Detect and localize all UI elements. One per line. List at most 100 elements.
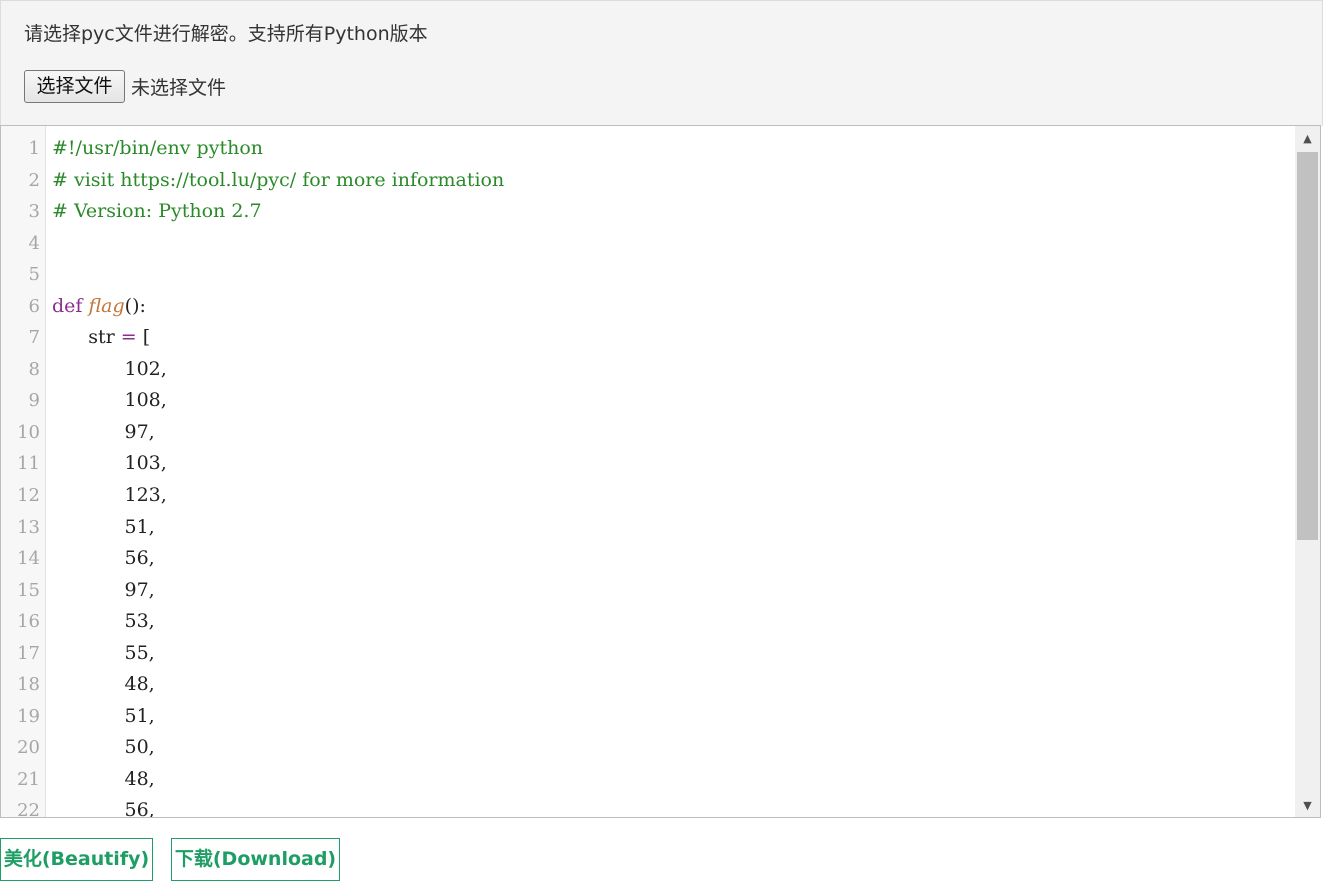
line-number: 16 (17, 611, 40, 633)
code-token: 123, (52, 484, 167, 507)
code-line: 15 97, (1, 575, 1294, 607)
code-token: 53, (52, 610, 155, 633)
code-line: 17 55, (1, 638, 1294, 670)
code-text: 56, (52, 543, 155, 575)
code-text: str = [ (52, 322, 150, 354)
code-line: 22 56, (1, 795, 1294, 818)
upload-panel: 请选择pyc文件进行解密。支持所有Python版本 选择文件 未选择文件 (0, 0, 1323, 126)
code-text: 108, (52, 385, 167, 417)
code-token: 55, (52, 641, 155, 664)
code-token: 48, (52, 673, 155, 696)
code-token: def (52, 294, 83, 317)
line-number: 14 (17, 548, 40, 570)
code-token: # visit https://tool.lu/pyc/ for more in… (52, 168, 505, 191)
code-lines: 1 #!/usr/bin/env python 2 # visit https://t… (1, 133, 1294, 818)
code-line: 3 # Version: Python 2.7 (1, 196, 1294, 228)
vertical-scrollbar[interactable]: ▲ ▼ (1295, 126, 1320, 817)
code-token: 102, (52, 357, 167, 380)
beautify-button[interactable]: 美化(Beautify) (0, 838, 153, 881)
line-number: 4 (28, 232, 40, 254)
scroll-thumb[interactable] (1297, 152, 1318, 540)
code-token: #!/usr/bin/env python (52, 137, 264, 159)
code-line: 13 51, (1, 512, 1294, 544)
code-token: 51, (52, 515, 155, 538)
code-line: 21 48, (1, 764, 1294, 796)
code-line: 16 53, (1, 606, 1294, 638)
code-token: 103, (52, 452, 167, 475)
download-button[interactable]: 下载(Download) (171, 838, 340, 881)
code-token: flag (88, 294, 125, 317)
code-token: 51, (52, 704, 155, 727)
line-number: 17 (17, 642, 40, 664)
code-line: 6 def flag(): (1, 291, 1294, 323)
line-number: 8 (28, 358, 40, 380)
line-number: 15 (17, 579, 40, 601)
line-number: 20 (17, 737, 40, 759)
code-line: 2 # visit https://tool.lu/pyc/ for more i… (1, 165, 1294, 197)
code-text: # Version: Python 2.7 (52, 196, 262, 228)
line-number: 12 (17, 485, 40, 507)
code-line: 19 51, (1, 701, 1294, 733)
line-number: 21 (17, 768, 40, 790)
line-number: 19 (17, 705, 40, 727)
code-token: 108, (52, 389, 167, 412)
code-text: #!/usr/bin/env python (52, 133, 263, 165)
code-token: [ (136, 326, 151, 349)
scroll-up-arrow-icon[interactable]: ▲ (1295, 126, 1320, 150)
code-text: 55, (52, 638, 155, 670)
code-text: 102, (52, 354, 167, 386)
line-number: 10 (17, 421, 40, 443)
code-token: 48, (52, 767, 155, 790)
code-line: 10 97, (1, 417, 1294, 449)
code-line: 9 108, (1, 385, 1294, 417)
code-text: 51, (52, 512, 155, 544)
code-token: 56, (52, 799, 155, 818)
line-number: 22 (17, 800, 40, 818)
code-text: 123, (52, 480, 167, 512)
code-editor[interactable]: 1 #!/usr/bin/env python 2 # visit https://t… (0, 125, 1321, 818)
code-text: 97, (52, 417, 155, 449)
line-number: 6 (28, 295, 40, 317)
file-status: 未选择文件 (131, 77, 227, 99)
code-line: 5 (1, 259, 1294, 291)
code-token: 56, (52, 547, 155, 570)
upload-hint: 请选择pyc文件进行解密。支持所有Python版本 (24, 23, 428, 45)
code-token: str (52, 326, 121, 349)
choose-file-button[interactable]: 选择文件 (24, 70, 125, 103)
code-line: 1 #!/usr/bin/env python (1, 133, 1294, 165)
code-token: 50, (52, 736, 155, 759)
code-token: 97, (52, 578, 155, 601)
line-number: 13 (17, 516, 40, 538)
line-number: 9 (28, 390, 40, 412)
code-line: 11 103, (1, 448, 1294, 480)
code-token: 97, (52, 420, 155, 443)
line-number: 3 (28, 201, 40, 223)
code-text: 103, (52, 448, 167, 480)
code-line: 12 123, (1, 480, 1294, 512)
line-number: 7 (28, 327, 40, 349)
code-token: # Version: Python 2.7 (52, 200, 262, 223)
code-line: 4 (1, 228, 1294, 260)
code-text: # visit https://tool.lu/pyc/ for more in… (52, 165, 504, 197)
code-text: 53, (52, 606, 155, 638)
line-number: 2 (28, 169, 40, 191)
code-text: 48, (52, 669, 155, 701)
code-line: 8 102, (1, 354, 1294, 386)
code-line: 20 50, (1, 732, 1294, 764)
code-token: = (120, 326, 137, 349)
line-number: 1 (28, 138, 40, 159)
code-token: (): (124, 294, 146, 317)
code-line: 7 str = [ (1, 322, 1294, 354)
line-number: 5 (28, 264, 40, 286)
code-text: 50, (52, 732, 155, 764)
line-number: 11 (17, 453, 40, 475)
code-text: 97, (52, 575, 155, 607)
code-text: 48, (52, 764, 155, 796)
code-text: def flag(): (52, 291, 146, 323)
code-line: 14 56, (1, 543, 1294, 575)
code-line: 18 48, (1, 669, 1294, 701)
code-text: 56, (52, 795, 155, 818)
line-number: 18 (17, 674, 40, 696)
code-text: 51, (52, 701, 155, 733)
scroll-down-arrow-icon[interactable]: ▼ (1295, 793, 1320, 817)
